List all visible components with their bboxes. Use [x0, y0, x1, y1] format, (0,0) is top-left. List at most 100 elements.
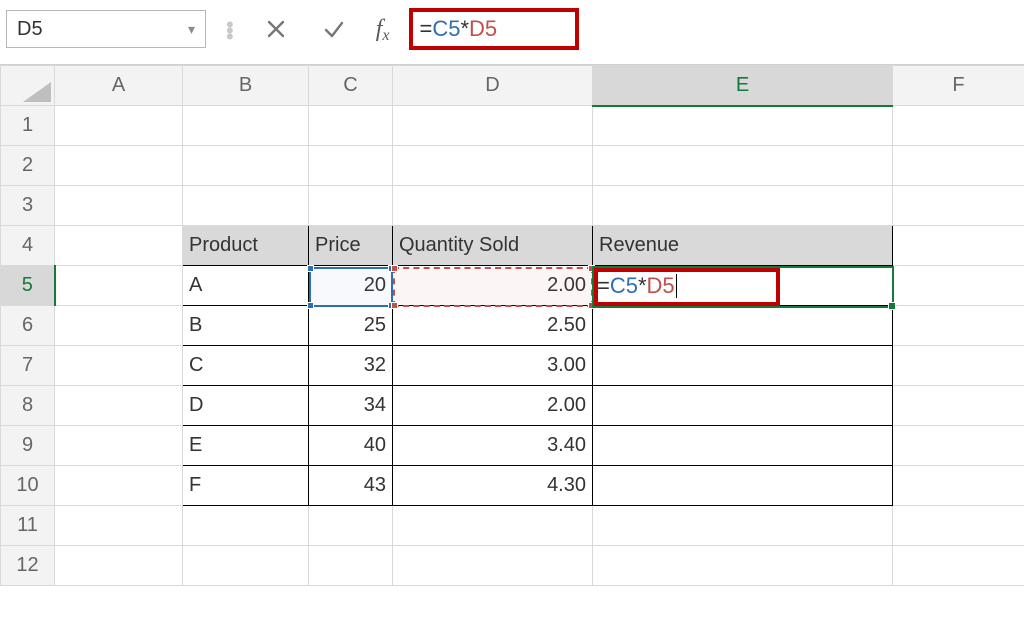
- row-header-5[interactable]: 5: [1, 266, 55, 306]
- chevron-down-icon[interactable]: ▾: [188, 21, 195, 38]
- col-header-d[interactable]: D: [393, 66, 593, 106]
- cell[interactable]: [55, 266, 183, 306]
- cell[interactable]: [183, 546, 309, 586]
- cell[interactable]: [593, 186, 893, 226]
- row-header-3[interactable]: 3: [1, 186, 55, 226]
- cell[interactable]: [183, 506, 309, 546]
- cell[interactable]: [893, 546, 1024, 586]
- name-box[interactable]: D5 ▾: [6, 10, 206, 48]
- confirm-button[interactable]: [312, 11, 356, 47]
- cell-d4[interactable]: Quantity Sold: [393, 226, 593, 266]
- cell-e7[interactable]: [593, 346, 893, 386]
- cell-b7[interactable]: C: [183, 346, 309, 386]
- cell[interactable]: [893, 426, 1024, 466]
- cell-e4[interactable]: Revenue: [593, 226, 893, 266]
- cell-d8[interactable]: 2.00: [393, 386, 593, 426]
- formula-bar: D5 ▾ ••• fx = C5 * D5: [0, 0, 1024, 64]
- cell[interactable]: [55, 146, 183, 186]
- cell[interactable]: [55, 186, 183, 226]
- cell-e8[interactable]: [593, 386, 893, 426]
- cell-b10[interactable]: F: [183, 466, 309, 506]
- cell[interactable]: [55, 306, 183, 346]
- row-header-1[interactable]: 1: [1, 106, 55, 146]
- cell[interactable]: [55, 506, 183, 546]
- worksheet-grid[interactable]: A B C D E F 1 2 3 4 Product Price Quanti…: [0, 64, 1024, 586]
- select-all-corner[interactable]: [1, 66, 55, 106]
- cell-e9[interactable]: [593, 426, 893, 466]
- cell-d6[interactable]: 2.50: [393, 306, 593, 346]
- cell[interactable]: [309, 146, 393, 186]
- cell[interactable]: [593, 146, 893, 186]
- cell-c9[interactable]: 40: [309, 426, 393, 466]
- cell[interactable]: [893, 386, 1024, 426]
- cell[interactable]: [593, 546, 893, 586]
- cell[interactable]: [893, 306, 1024, 346]
- col-header-c[interactable]: C: [309, 66, 393, 106]
- row-header-10[interactable]: 10: [1, 466, 55, 506]
- cell[interactable]: [183, 146, 309, 186]
- cell[interactable]: [893, 146, 1024, 186]
- cell[interactable]: [55, 106, 183, 146]
- cell[interactable]: [893, 226, 1024, 266]
- col-header-e[interactable]: E: [593, 66, 893, 106]
- cell-d9[interactable]: 3.40: [393, 426, 593, 466]
- cell[interactable]: [893, 106, 1024, 146]
- cell-c7[interactable]: 32: [309, 346, 393, 386]
- cell[interactable]: [309, 506, 393, 546]
- cell[interactable]: [309, 546, 393, 586]
- cell[interactable]: [309, 186, 393, 226]
- cell[interactable]: [393, 106, 593, 146]
- cell[interactable]: [893, 506, 1024, 546]
- row-header-9[interactable]: 9: [1, 426, 55, 466]
- row-header-2[interactable]: 2: [1, 146, 55, 186]
- col-header-a[interactable]: A: [55, 66, 183, 106]
- cell[interactable]: [183, 106, 309, 146]
- cell-c8[interactable]: 34: [309, 386, 393, 426]
- cell[interactable]: [55, 386, 183, 426]
- cell[interactable]: [55, 466, 183, 506]
- row-header-4[interactable]: 4: [1, 226, 55, 266]
- row-header-7[interactable]: 7: [1, 346, 55, 386]
- cell-b5[interactable]: A: [183, 266, 309, 306]
- cell[interactable]: [55, 426, 183, 466]
- cell[interactable]: [55, 546, 183, 586]
- col-header-b[interactable]: B: [183, 66, 309, 106]
- row-header-11[interactable]: 11: [1, 506, 55, 546]
- cell[interactable]: [55, 226, 183, 266]
- row-header-12[interactable]: 12: [1, 546, 55, 586]
- cell-c10[interactable]: 43: [309, 466, 393, 506]
- cell-e5[interactable]: =C5*D5: [593, 266, 893, 306]
- row-header-8[interactable]: 8: [1, 386, 55, 426]
- cell[interactable]: [893, 346, 1024, 386]
- cell[interactable]: [393, 546, 593, 586]
- cell[interactable]: [893, 186, 1024, 226]
- cell-d5[interactable]: 2.00: [393, 266, 593, 306]
- cell[interactable]: [309, 106, 393, 146]
- cell-d7[interactable]: 3.00: [393, 346, 593, 386]
- cell-b9[interactable]: E: [183, 426, 309, 466]
- cell-e10[interactable]: [593, 466, 893, 506]
- cell-c6[interactable]: 25: [309, 306, 393, 346]
- cell[interactable]: [893, 466, 1024, 506]
- cell[interactable]: [55, 346, 183, 386]
- cell[interactable]: [893, 266, 1024, 306]
- row-header-6[interactable]: 6: [1, 306, 55, 346]
- cell[interactable]: [593, 506, 893, 546]
- insert-function-button[interactable]: fx: [370, 16, 396, 43]
- cell[interactable]: [183, 186, 309, 226]
- col-header-f[interactable]: F: [893, 66, 1024, 106]
- cell-b8[interactable]: D: [183, 386, 309, 426]
- cell[interactable]: [593, 106, 893, 146]
- cell[interactable]: [393, 186, 593, 226]
- cell-b6[interactable]: B: [183, 306, 309, 346]
- resize-handle-icon[interactable]: •••: [220, 21, 240, 37]
- cell[interactable]: [393, 146, 593, 186]
- cancel-button[interactable]: [254, 11, 298, 47]
- cell-b4[interactable]: Product: [183, 226, 309, 266]
- cell-c4[interactable]: Price: [309, 226, 393, 266]
- cell-c5[interactable]: 20: [309, 266, 393, 306]
- cell[interactable]: [393, 506, 593, 546]
- cell-e6[interactable]: [593, 306, 893, 346]
- formula-input[interactable]: = C5 * D5: [409, 8, 579, 50]
- cell-d10[interactable]: 4.30: [393, 466, 593, 506]
